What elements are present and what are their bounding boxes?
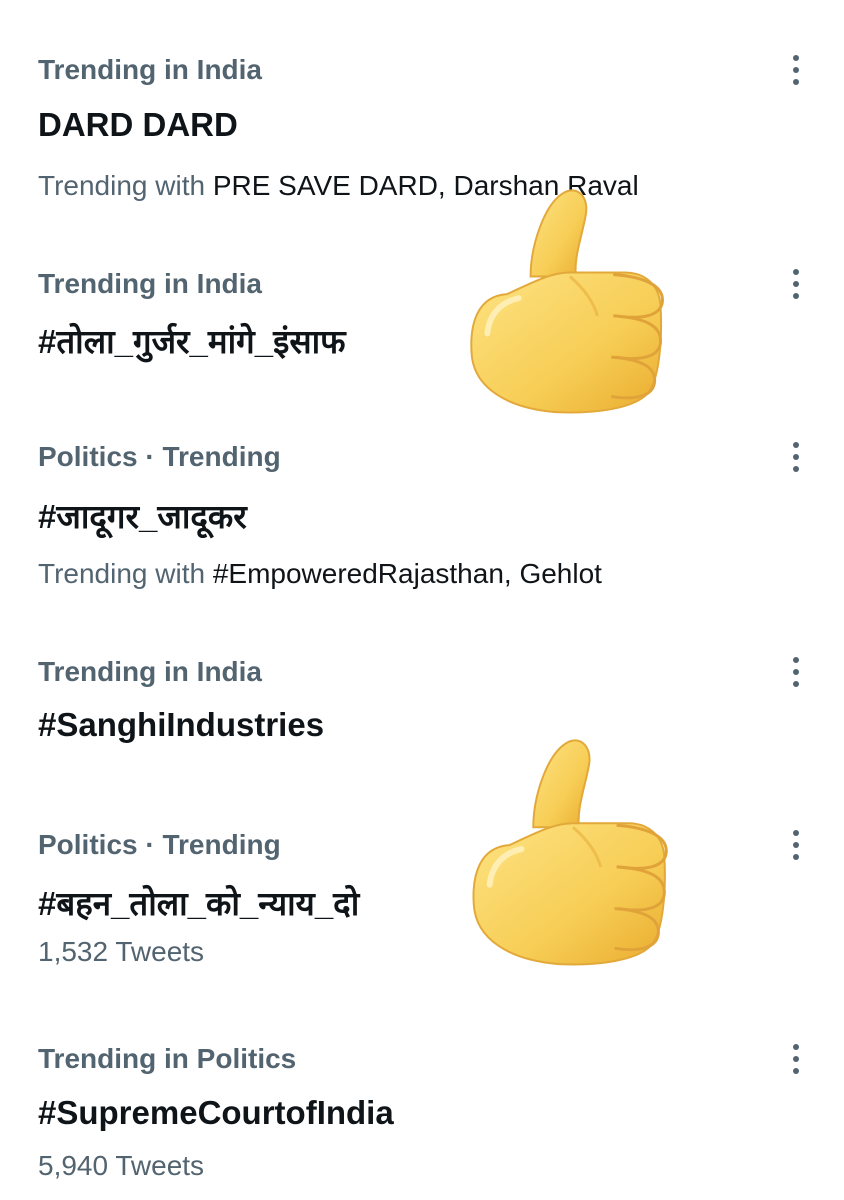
thumbs-up-icon [464, 736, 674, 974]
more-vertical-icon[interactable] [782, 440, 810, 474]
trend-meta-prefix: Trending with [38, 558, 213, 589]
trend-name: #जादूगर_जादूकर [38, 498, 247, 535]
trend-context: Politics · Trending [38, 829, 281, 860]
trend-context: Politics · Trending [38, 441, 281, 472]
trend-name: #SanghiIndustries [38, 706, 325, 743]
trend-related-items[interactable]: #EmpoweredRajasthan, Gehlot [213, 558, 602, 589]
trend-context: Trending in India [38, 268, 262, 299]
thumbs-up-icon [462, 186, 670, 422]
more-vertical-icon[interactable] [782, 53, 810, 87]
trend-name: #बहन_तोला_को_न्याय_दो [38, 885, 360, 922]
trend-name: #तोला_गुर्जर_मांगे_इंसाफ [38, 323, 346, 360]
trend-tweet-count: 1,532 Tweets [38, 936, 205, 967]
trend-name: #SupremeCourtofIndia [38, 1094, 394, 1131]
trend-tweet-count: 5,940 Tweets [38, 1150, 205, 1181]
trend-name: DARD DARD [38, 106, 238, 143]
more-vertical-icon[interactable] [782, 828, 810, 862]
trend-meta: Trending with #EmpoweredRajasthan, Gehlo… [38, 558, 602, 590]
trend-context: Trending in Politics [38, 1043, 297, 1074]
more-vertical-icon[interactable] [782, 267, 810, 301]
trend-context: Trending in India [38, 54, 262, 85]
more-vertical-icon[interactable] [782, 655, 810, 689]
trend-meta-prefix: Trending with [38, 170, 213, 201]
more-vertical-icon[interactable] [782, 1042, 810, 1076]
trend-context: Trending in India [38, 656, 262, 687]
